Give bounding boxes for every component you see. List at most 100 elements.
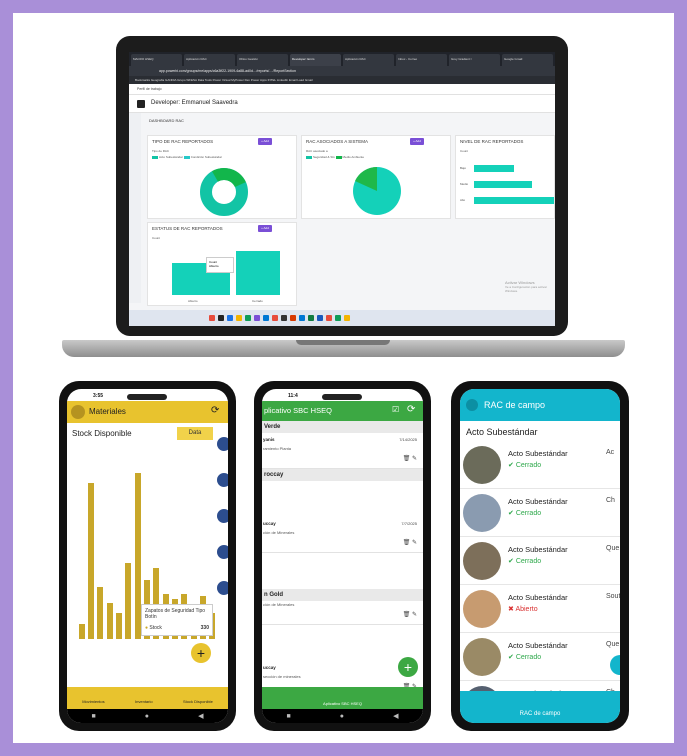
nav-rac[interactable]: RAC de campo: [520, 711, 561, 717]
browser-tab-bar: MACRO HSEQ Aplicación RAC ODoo Gestión D…: [129, 52, 555, 66]
browser-tab[interactable]: MACRO HSEQ: [131, 54, 182, 66]
legend: Acto Subestándar Condición Subestándar: [152, 155, 222, 159]
legend-title: Count: [152, 236, 161, 240]
bookmarks-bar[interactable]: Bookmarks Geografía GANDIA Grupo WFESA D…: [129, 76, 555, 84]
app-icon[interactable]: [281, 315, 287, 321]
app-icon[interactable]: [254, 315, 260, 321]
browser-tab[interactable]: Aplicación RAC: [184, 54, 235, 66]
recent-icon[interactable]: ■: [92, 713, 96, 720]
app-icon[interactable]: [290, 315, 296, 321]
bar[interactable]: [87, 482, 95, 639]
add-button[interactable]: + Add: [258, 225, 272, 232]
delete-edit-icons[interactable]: 🗑 ✎: [403, 539, 417, 546]
refresh-icon[interactable]: ⟳: [211, 405, 219, 416]
refresh-icon[interactable]: ⟳: [407, 404, 415, 415]
bar[interactable]: [97, 586, 104, 639]
bar[interactable]: [125, 563, 132, 639]
add-button[interactable]: + Add: [258, 138, 272, 145]
bar[interactable]: [106, 603, 113, 639]
home-icon[interactable]: ●: [145, 713, 149, 720]
list-item[interactable]: Acto Subestándar ✔ Cerrado Ch: [460, 489, 620, 537]
bar: [474, 197, 554, 204]
add-fab[interactable]: +: [398, 657, 418, 677]
app-icon[interactable]: [263, 315, 269, 321]
app-icon[interactable]: [344, 315, 350, 321]
header-title: RAC de campo: [484, 400, 546, 410]
bar[interactable]: [78, 623, 85, 639]
avatar-icon[interactable]: [466, 399, 478, 411]
bar[interactable]: [115, 612, 123, 639]
card-title: RAC ASOCIADOS A SISTEMA: [306, 139, 369, 144]
app-icon[interactable]: [308, 315, 314, 321]
x-label: Cerrado: [252, 299, 263, 303]
legend-title: RAC asociado a: [306, 149, 328, 153]
phone-screen: 11:4 plicativo SBC HSEQ ☑ ⟳ Verde yanis ra…: [262, 389, 423, 723]
location-label: Ch: [606, 497, 615, 504]
list-item[interactable]: Acto SubestándarCh: [460, 681, 620, 691]
delete-edit-icons[interactable]: 🗑 ✎: [403, 611, 417, 618]
side-action-icon[interactable]: [217, 473, 228, 487]
list-item[interactable]: uccay ción de Minerales 7/7/2025 🗑 ✎: [262, 517, 423, 553]
browser-tab[interactable]: ODoo Gestión: [237, 54, 288, 66]
status-badge: ✔ Cerrado: [508, 654, 542, 661]
record-subtitle: sección de minerales: [263, 674, 301, 679]
activation-watermark: Activar Windows Ve a Configuración para a…: [505, 280, 547, 293]
nav-sbc[interactable]: Aplicativo SBC HSEQ: [323, 701, 362, 706]
side-action-icon[interactable]: [217, 437, 228, 451]
app-icon[interactable]: [209, 315, 215, 321]
phone-rac-campo: RAC de campo Acto Subestándar Acto Subes…: [451, 381, 629, 731]
app-icon[interactable]: [317, 315, 323, 321]
list-item[interactable]: yanis ramiento Planta 7/14/2025 🗑 ✎: [262, 433, 423, 469]
back-icon[interactable]: ◀: [393, 712, 398, 720]
location-label: Sout: [606, 593, 620, 600]
browser-tab[interactable]: Inbox - Correo: [396, 54, 447, 66]
nav-stock[interactable]: Stock Disponible: [183, 699, 213, 709]
add-fab[interactable]: +: [191, 643, 211, 663]
card-title: ESTATUS DE RAC REPORTADOS: [152, 226, 223, 231]
browser-tab[interactable]: Grey Gradient I: [449, 54, 500, 66]
card-title: TIPO DE RAC REPORTADOS: [152, 139, 214, 144]
app-icon[interactable]: [245, 315, 251, 321]
app-icon[interactable]: [272, 315, 278, 321]
record-subtitle: ción de Minerales: [263, 602, 295, 607]
home-icon[interactable]: ●: [340, 713, 344, 720]
list-item[interactable]: Acto Subestándar ✔ Cerrado Ac: [460, 441, 620, 489]
axis-label: Medio: [460, 182, 469, 186]
side-buttons-column: [217, 429, 228, 679]
app-icon[interactable]: [335, 315, 341, 321]
app-icon[interactable]: [236, 315, 242, 321]
app-icon[interactable]: [218, 315, 224, 321]
app-icon[interactable]: [299, 315, 305, 321]
browser-tab[interactable]: Google Gmail: [502, 54, 553, 66]
windows-taskbar: [129, 310, 555, 326]
location-label: Ac: [606, 449, 615, 456]
recent-icon[interactable]: ■: [287, 713, 291, 720]
legend: Seguridad & SG Medio Ambiente: [306, 155, 364, 159]
side-action-icon[interactable]: [217, 581, 228, 595]
list-item[interactable]: Acto Subestándar ✔ Cerrado Que: [460, 633, 620, 681]
delete-edit-icons[interactable]: 🗑 ✎: [403, 455, 417, 462]
status-badge: ✔ Cerrado: [508, 510, 542, 517]
data-chip[interactable]: Data: [177, 427, 213, 440]
app-header: plicativo SBC HSEQ ☑ ⟳: [262, 401, 423, 421]
rac-title: Acto Subestándar: [508, 641, 568, 650]
back-icon[interactable]: ◀: [198, 712, 203, 720]
add-button[interactable]: + Add: [410, 138, 424, 145]
asociados-card: RAC ASOCIADOS A SISTEMA + Add RAC asocia…: [301, 135, 451, 219]
bar[interactable]: [134, 473, 141, 639]
list-item[interactable]: Acto Subestándar ✖ Abierto Sout: [460, 585, 620, 633]
app-icon[interactable]: [227, 315, 233, 321]
browser-tab[interactable]: Aplicación RAC: [343, 54, 394, 66]
browser-tab-active[interactable]: Developer: Emm: [290, 54, 341, 66]
subheader: Acto Subestándar: [466, 427, 538, 437]
section-title: Stock Disponible: [72, 429, 132, 438]
nav-inventario[interactable]: Inventario: [135, 699, 153, 709]
address-bar[interactable]: app.powerbi.com/groups/me/apps/c6a3ff22-…: [129, 66, 555, 76]
side-action-icon[interactable]: [217, 545, 228, 559]
nav-movimientos[interactable]: Movimientos: [82, 699, 104, 709]
edit-icon[interactable]: ☑: [392, 405, 399, 414]
side-action-icon[interactable]: [217, 509, 228, 523]
app-icon[interactable]: [326, 315, 332, 321]
avatar-icon[interactable]: [71, 405, 85, 419]
list-item[interactable]: Acto Subestándar ✔ Cerrado Que: [460, 537, 620, 585]
